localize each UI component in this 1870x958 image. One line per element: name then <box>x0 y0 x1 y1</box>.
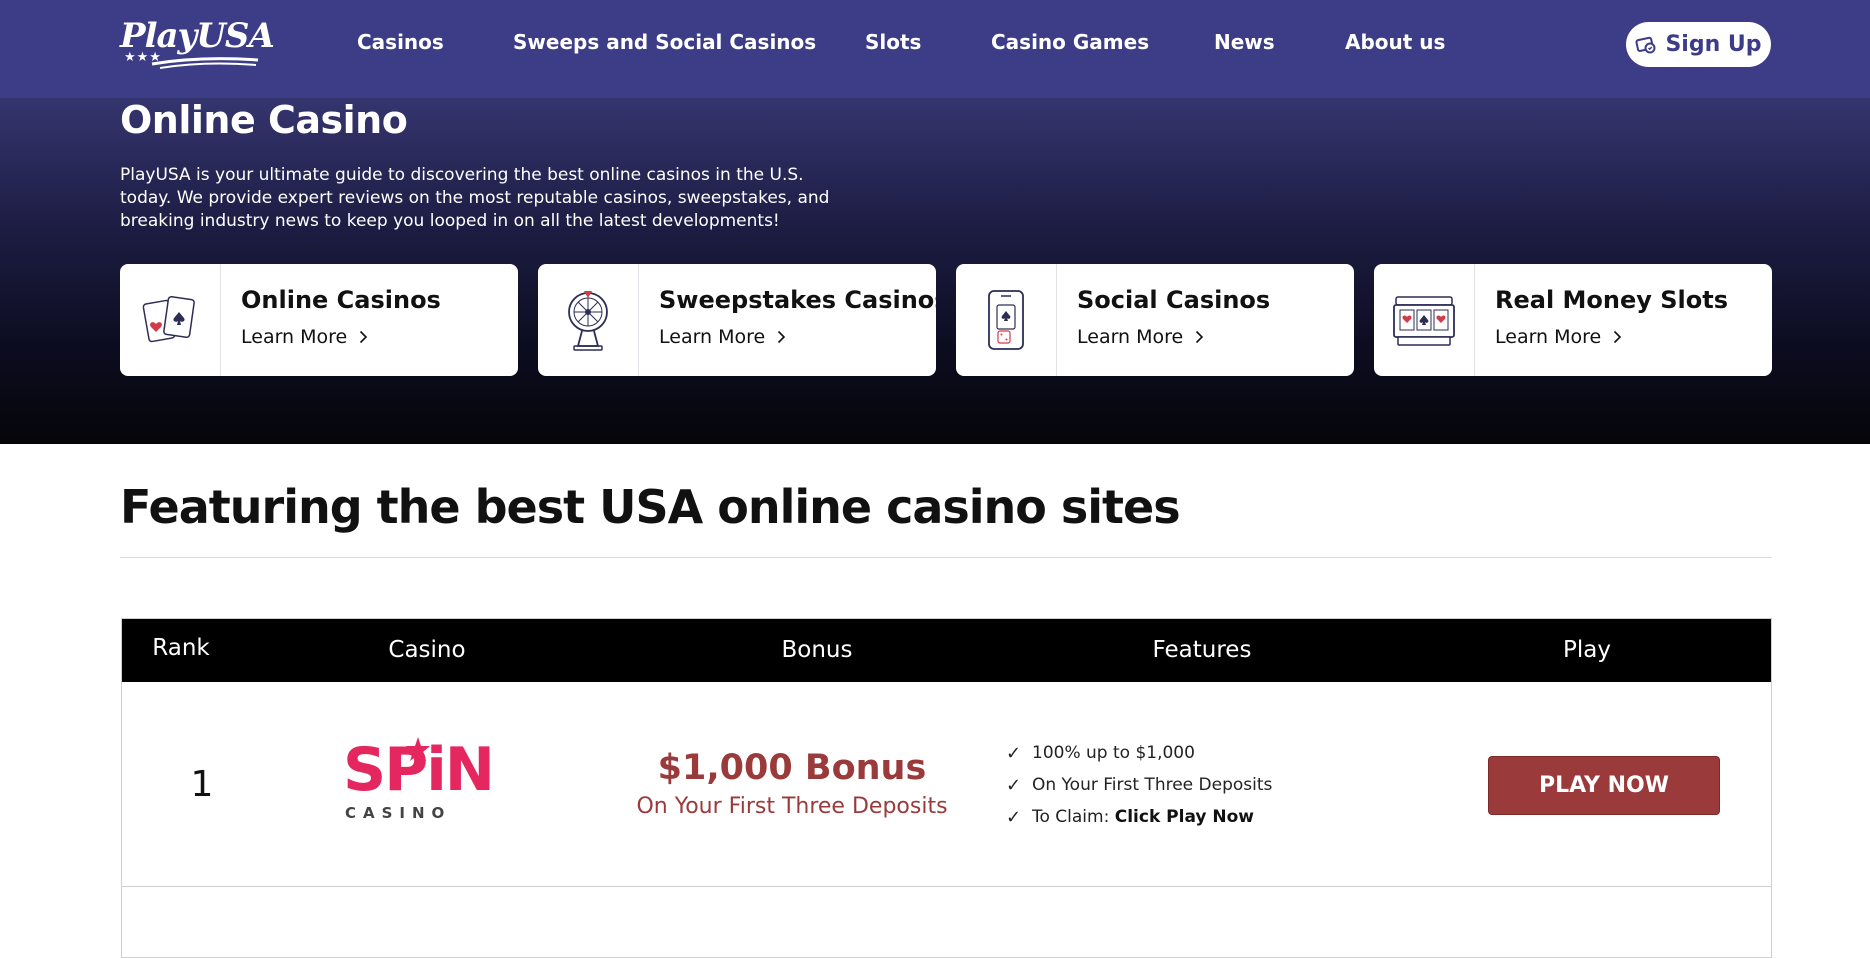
learn-more-label: Learn More <box>659 326 766 348</box>
checkmark-icon: ✓ <box>1006 774 1022 796</box>
card-icon-box <box>956 264 1057 376</box>
card-title: Social Casinos <box>1077 286 1271 314</box>
card-online-casinos[interactable]: Online Casinos Learn More <box>120 264 518 376</box>
card-title: Online Casinos <box>241 286 441 314</box>
chevron-right-icon <box>360 330 368 344</box>
nav-slots[interactable]: Slots <box>865 30 921 54</box>
card-social-casinos[interactable]: Social Casinos Learn More <box>956 264 1354 376</box>
card-title: Real Money Slots <box>1495 286 1729 314</box>
playusa-logo[interactable]: PlayUSA ★★★ <box>120 16 275 70</box>
chevron-right-icon <box>1614 330 1622 344</box>
column-features: Features <box>1152 637 1252 663</box>
checkmark-icon: ✓ <box>1006 806 1022 828</box>
column-bonus: Bonus <box>781 637 853 663</box>
feature-text: On Your First Three Deposits <box>1032 775 1273 795</box>
column-casino: Casino <box>388 637 466 663</box>
card-learn-more-link[interactable]: Learn More <box>1495 326 1622 348</box>
chevron-right-icon <box>778 330 786 344</box>
play-now-button[interactable]: PLAY NOW <box>1488 756 1720 815</box>
nav-sweeps-social[interactable]: Sweeps and Social Casinos <box>513 30 816 54</box>
nav-news[interactable]: News <box>1214 30 1275 54</box>
hero-description: PlayUSA is your ultimate guide to discov… <box>120 165 830 231</box>
bonus-amount: $1,000 Bonus <box>657 748 927 788</box>
page-title: Online Casino <box>120 98 408 142</box>
features-list: ✓ 100% up to $1,000 ✓ On Your First Thre… <box>1006 737 1366 833</box>
category-cards: Online Casinos Learn More Sweepstakes Ca… <box>120 264 1772 376</box>
prize-wheel-icon <box>568 291 608 351</box>
card-icon-box <box>1374 264 1475 376</box>
spin-casino-logo[interactable]: SPiN CASINO <box>343 737 495 828</box>
card-icon-box <box>120 264 221 376</box>
card-icon-box <box>538 264 639 376</box>
nav-casino-games[interactable]: Casino Games <box>991 30 1149 54</box>
site-header: PlayUSA ★★★ Casinos Sweeps and Social Ca… <box>0 0 1870 98</box>
feature-item: ✓ 100% up to $1,000 <box>1006 737 1366 769</box>
section-divider <box>120 557 1772 558</box>
learn-more-label: Learn More <box>241 326 348 348</box>
slot-machine-icon <box>1393 296 1455 346</box>
card-title: Sweepstakes Casinos <box>659 286 936 314</box>
playing-cards-icon <box>142 296 195 343</box>
nav-about-us[interactable]: About us <box>1345 30 1445 54</box>
bonus-subtitle: On Your First Three Deposits <box>636 794 948 819</box>
column-rank: Rank <box>152 635 210 661</box>
featured-section-title: Featuring the best USA online casino sit… <box>120 480 1181 534</box>
star-icon <box>406 737 430 761</box>
card-learn-more-link[interactable]: Learn More <box>659 326 786 348</box>
logo-subtext: CASINO <box>345 804 452 822</box>
feature-text: 100% up to $1,000 <box>1032 743 1195 763</box>
column-play: Play <box>1563 637 1611 663</box>
table-row: 1 SPiN CASINO $1,000 Bonus On Your First… <box>122 682 1771 887</box>
learn-more-label: Learn More <box>1495 326 1602 348</box>
card-sweepstakes-casinos[interactable]: Sweepstakes Casinos Learn More <box>538 264 936 376</box>
sign-up-label: Sign Up <box>1665 32 1762 57</box>
learn-more-label: Learn More <box>1077 326 1184 348</box>
phone-cards-icon <box>988 290 1024 350</box>
ticket-icon <box>1635 36 1656 53</box>
feature-text: To Claim: Click Play Now <box>1032 807 1255 827</box>
feature-item: ✓ To Claim: Click Play Now <box>1006 801 1366 833</box>
casino-ranking-table: Rank Casino Bonus Features Play 1 SPiN C… <box>121 618 1772 958</box>
card-learn-more-link[interactable]: Learn More <box>241 326 368 348</box>
card-learn-more-link[interactable]: Learn More <box>1077 326 1204 348</box>
card-real-money-slots[interactable]: Real Money Slots Learn More <box>1374 264 1772 376</box>
nav-casinos[interactable]: Casinos <box>357 30 444 54</box>
sign-up-button[interactable]: Sign Up <box>1626 22 1771 67</box>
checkmark-icon: ✓ <box>1006 742 1022 764</box>
chevron-right-icon <box>1196 330 1204 344</box>
hero-section: Online Casino PlayUSA is your ultimate g… <box>0 98 1870 444</box>
feature-item: ✓ On Your First Three Deposits <box>1006 769 1366 801</box>
table-header: Rank Casino Bonus Features Play <box>122 619 1771 682</box>
rank-value: 1 <box>190 764 214 805</box>
logo-swoosh-icon <box>151 57 259 69</box>
